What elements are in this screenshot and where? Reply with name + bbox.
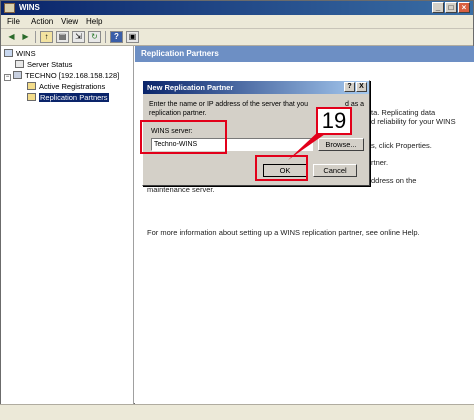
toolbar: ◀ ▶ ↑ ▤ ⇲ ↻ ? ▣ xyxy=(1,29,473,46)
pane-header: Replication Partners xyxy=(135,46,474,62)
dialog-close-button[interactable]: X xyxy=(356,82,367,92)
help-icon[interactable]: ? xyxy=(110,31,123,43)
dialog-instruction: Enter the name or IP address of the serv… xyxy=(149,101,309,108)
menu-action[interactable]: Action xyxy=(31,17,53,26)
title-bar: WINS _ □ × xyxy=(1,1,473,15)
server-status-icon xyxy=(15,60,24,68)
step-number-callout: 19 xyxy=(316,107,352,135)
menu-bar: File Action View Help xyxy=(1,15,473,29)
dialog-title-bar: New Replication Partner ? X xyxy=(143,81,369,94)
dialog-help-button[interactable]: ? xyxy=(344,82,355,92)
collapse-toggle-icon[interactable]: − xyxy=(4,74,11,81)
maximize-button[interactable]: □ xyxy=(445,2,457,13)
minimize-button[interactable]: _ xyxy=(432,2,444,13)
folder-icon xyxy=(27,82,36,90)
pane-text-fragment: d reliability for your WINS xyxy=(371,117,456,126)
export-icon[interactable]: ⇲ xyxy=(72,31,85,43)
folder-icon xyxy=(27,93,36,101)
menu-file[interactable]: File xyxy=(7,17,20,26)
tree-node-replication-partners[interactable]: Replication Partners xyxy=(27,93,109,103)
dialog-title: New Replication Partner xyxy=(147,83,234,92)
console-tree: WINS Server Status − TECHNO [192.168.158.… xyxy=(1,46,134,405)
tree-node-server[interactable]: − TECHNO [192.168.158.128] xyxy=(4,71,119,81)
server-icon xyxy=(13,71,22,79)
show-tree-icon[interactable]: ▤ xyxy=(56,31,69,43)
tree-node-active-registrations[interactable]: Active Registrations xyxy=(27,82,105,92)
menu-help[interactable]: Help xyxy=(86,17,102,26)
up-folder-icon[interactable]: ↑ xyxy=(40,31,53,43)
help-info-text: For more information about setting up a … xyxy=(147,228,420,237)
window-title: WINS xyxy=(19,3,40,12)
wins-node-icon xyxy=(4,49,13,57)
close-button[interactable]: × xyxy=(458,2,470,13)
pane-text-fragment: maintenance server. xyxy=(147,185,215,194)
toolbar-separator xyxy=(35,31,36,43)
main-window: WINS _ □ × File Action View Help ◀ ▶ ↑ ▤… xyxy=(0,0,474,405)
back-arrow-icon[interactable]: ◀ xyxy=(5,31,18,43)
refresh-icon[interactable]: ↻ xyxy=(88,31,101,43)
wins-app-icon xyxy=(4,3,15,13)
pane-text-fragment: s, click Properties. xyxy=(371,141,432,150)
menu-view[interactable]: View xyxy=(61,17,78,26)
pane-text-fragment: ddress on the xyxy=(371,176,417,185)
dialog-instruction: replication partner. xyxy=(149,110,207,117)
status-bar xyxy=(0,404,474,420)
tree-node-server-status[interactable]: Server Status xyxy=(15,60,72,70)
field-highlight-box xyxy=(140,120,227,154)
pane-text-fragment: ta. Replicating data xyxy=(371,108,436,117)
forward-arrow-icon[interactable]: ▶ xyxy=(19,31,32,43)
pane-title: Replication Partners xyxy=(141,49,219,58)
pane-text-fragment: rtner. xyxy=(371,158,389,167)
toolbar-separator xyxy=(105,31,106,43)
properties-icon[interactable]: ▣ xyxy=(126,31,139,43)
tree-node-wins[interactable]: WINS xyxy=(4,49,36,59)
